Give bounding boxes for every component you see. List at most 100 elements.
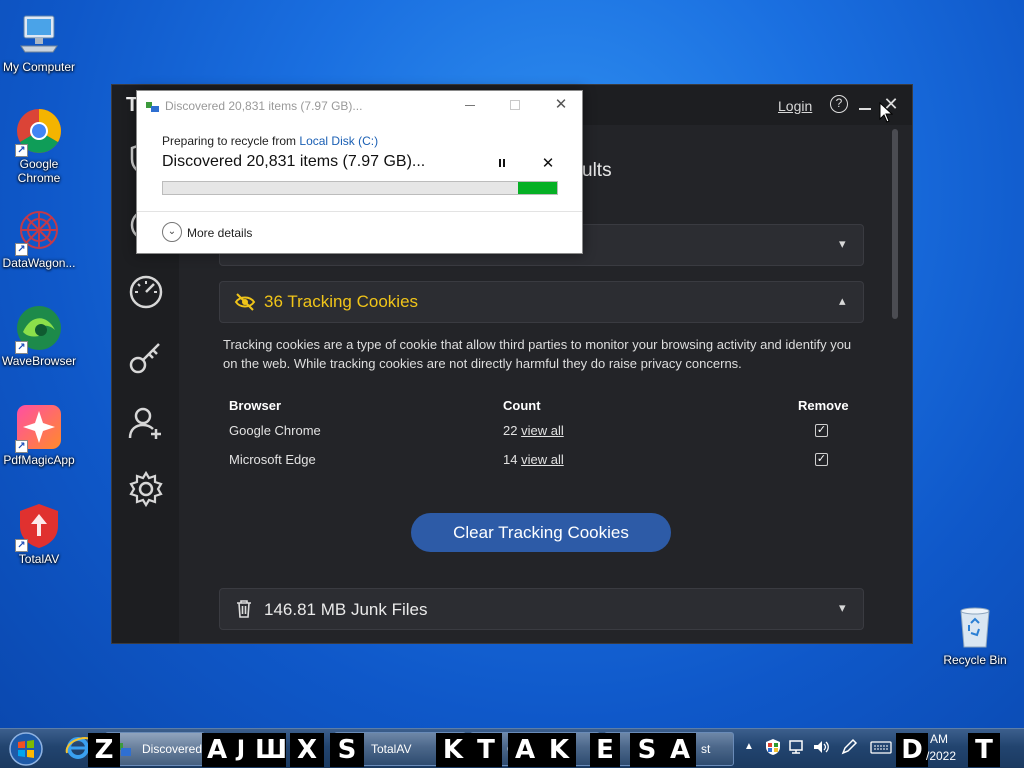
desktop-icon-totalav[interactable]: ↗ TotalAV [0, 502, 79, 566]
cancel-button[interactable]: ✕ [541, 154, 555, 172]
column-header-remove: Remove [798, 398, 849, 413]
key-icon[interactable] [126, 337, 166, 377]
chrome-icon: ↗ [15, 107, 63, 157]
clock-date[interactable]: /2022 [926, 749, 956, 763]
desktop-icon-my-computer[interactable]: My Computer [0, 10, 79, 74]
desktop-icon-label: Google Chrome [17, 157, 61, 185]
taskbar-button-discovered[interactable]: Discovered [105, 732, 205, 766]
osk-key: A [664, 733, 696, 767]
browser-name: Microsoft Edge [229, 452, 316, 467]
desktop-icon-pdfmagicapp[interactable]: ↗ PdfMagicApp [0, 403, 79, 467]
osk-key: A [508, 733, 542, 767]
tracking-cookies-header[interactable]: 36 Tracking Cookies ▴ [219, 281, 864, 323]
remove-checkbox[interactable]: ✓ [815, 453, 828, 466]
desktop-icon-wavebrowser[interactable]: ↗ WaveBrowser [0, 304, 79, 368]
osk-key: S [330, 733, 364, 767]
osk-key: A [202, 733, 232, 767]
desktop-icon-recycle-bin[interactable]: Recycle Bin [935, 603, 1015, 667]
mouse-cursor-icon [879, 102, 893, 123]
keyboard-icon[interactable] [870, 738, 892, 756]
osk-key: S [630, 733, 664, 767]
cookie-count: 22 view all [503, 423, 564, 438]
trash-icon [237, 600, 251, 618]
view-all-link[interactable]: view all [521, 452, 564, 467]
osk-key: K [436, 733, 470, 767]
cookie-count: 14 view all [503, 452, 564, 467]
show-hidden-icons-button[interactable]: ▲ [744, 741, 754, 752]
minimize-button[interactable] [857, 95, 873, 113]
shortcut-arrow-icon: ↗ [15, 440, 28, 453]
shortcut-arrow-icon: ↗ [15, 341, 28, 354]
help-icon[interactable]: ? [830, 95, 848, 113]
datawagon-icon: ↗ [15, 206, 63, 256]
tracking-cookies-description: Tracking cookies are a type of cookie th… [223, 337, 852, 371]
start-button[interactable] [4, 730, 48, 768]
source-drive-link[interactable]: Local Disk (C:) [299, 134, 378, 148]
column-header-browser: Browser [229, 398, 282, 413]
desktop-icon-datawagon[interactable]: ↗ DataWagon... [0, 206, 79, 270]
pen-icon[interactable] [840, 738, 858, 756]
preparing-text: Preparing to recycle from Local Disk (C:… [162, 134, 378, 148]
gear-icon[interactable] [126, 469, 166, 509]
shortcut-arrow-icon: ↗ [15, 144, 28, 157]
pause-button[interactable] [497, 158, 507, 170]
pdfmagic-icon: ↗ [15, 403, 63, 453]
junk-files-header[interactable]: 146.81 MB Junk Files ▾ [219, 588, 864, 630]
desktop-icon-label: My Computer [2, 60, 76, 74]
browser-name: Google Chrome [229, 423, 321, 438]
divider [137, 211, 582, 212]
progress-status: Discovered 20,831 items (7.97 GB)... [162, 153, 426, 170]
shortcut-arrow-icon: ↗ [15, 243, 28, 256]
osk-key: D [896, 733, 928, 767]
shortcut-arrow-icon: ↗ [15, 539, 28, 552]
maximize-button [510, 100, 520, 110]
osk-key: E [590, 733, 620, 767]
view-all-link[interactable]: view all [521, 423, 564, 438]
dialog-title: Discovered 20,831 items (7.97 GB)... [165, 99, 363, 113]
desktop-icon-google-chrome[interactable]: ↗ Google Chrome [0, 107, 79, 185]
count-value: 22 [503, 423, 518, 438]
more-details-button[interactable]: More details [187, 226, 252, 240]
minimize-button[interactable] [465, 105, 475, 106]
computer-icon [15, 10, 63, 58]
desktop-icon-label: WaveBrowser [1, 354, 77, 368]
osk-key: X [290, 733, 324, 767]
totalav-shield-icon: ↗ [15, 502, 63, 552]
osk-key: Ш [252, 733, 287, 767]
desktop-icon-label: TotalAV [18, 552, 60, 566]
desktop-icon-label: DataWagon... [2, 256, 76, 270]
chevron-down-icon: ▾ [839, 236, 846, 251]
file-transfer-icon [146, 102, 159, 112]
login-link[interactable]: Login [778, 98, 812, 114]
wavebrowser-icon: ↗ [15, 304, 63, 354]
taskbar-button-label: TotalAV [371, 742, 412, 756]
recycle-progress-dialog: Discovered 20,831 items (7.97 GB)... ✕ P… [136, 90, 583, 254]
desktop-icon-label: Recycle Bin [943, 653, 1007, 667]
security-flag-icon[interactable] [764, 738, 782, 756]
chevron-up-icon: ▴ [839, 293, 846, 308]
osk-key: Z [88, 733, 120, 767]
clear-tracking-cookies-button[interactable]: Clear Tracking Cookies [411, 513, 671, 552]
close-button[interactable]: ✕ [554, 95, 568, 113]
chevron-down-icon[interactable]: ⌄ [162, 222, 182, 242]
column-header-count: Count [503, 398, 541, 413]
osk-key: T [968, 733, 1000, 767]
junk-files-title: 146.81 MB Junk Files [264, 600, 428, 619]
progress-bar-fill [517, 182, 557, 194]
preparing-prefix: Preparing to recycle from [162, 134, 300, 148]
count-value: 14 [503, 452, 518, 467]
eye-slash-icon [234, 293, 256, 311]
osk-key: J [230, 733, 252, 767]
recycle-bin-icon [951, 603, 999, 651]
add-user-icon[interactable] [126, 403, 166, 443]
volume-icon[interactable] [812, 738, 830, 756]
desktop-icon-label: PdfMagicApp [3, 453, 75, 467]
scrollbar[interactable] [892, 129, 898, 319]
osk-key: K [542, 733, 576, 767]
network-icon[interactable] [788, 738, 806, 756]
speedometer-icon[interactable] [126, 271, 166, 311]
tracking-cookies-title: 36 Tracking Cookies [264, 292, 419, 311]
remove-checkbox[interactable]: ✓ [815, 424, 828, 437]
clock-time[interactable]: AM [930, 732, 948, 746]
osk-key: T [470, 733, 502, 767]
